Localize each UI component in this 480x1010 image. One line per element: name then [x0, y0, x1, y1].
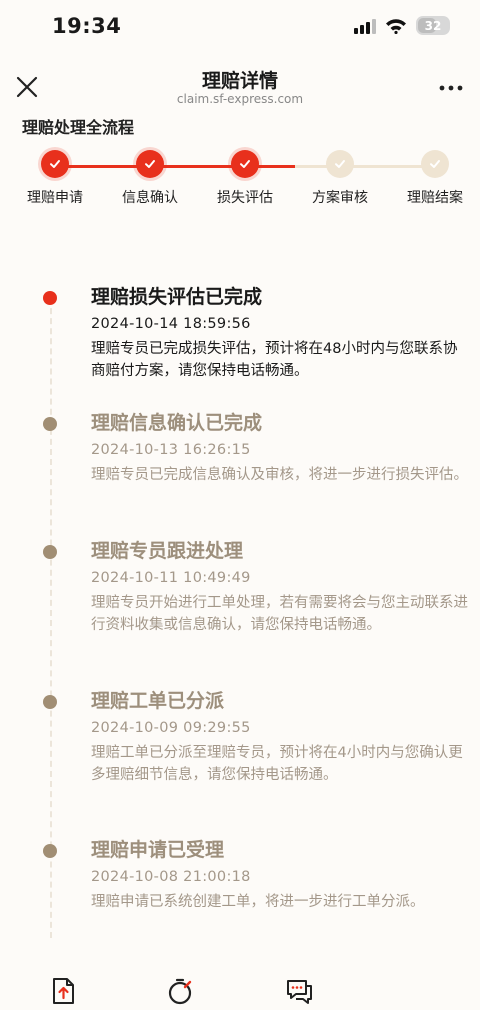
- timeline-title: 理赔专员跟进处理: [91, 540, 244, 562]
- timeline-title: 理赔工单已分派: [91, 690, 225, 712]
- timeline-title: 理赔损失评估已完成: [91, 286, 263, 308]
- step-5: 理赔结案: [385, 150, 480, 207]
- timeline-desc: 理赔申请已系统创建工单，将进一步进行工单分派。: [91, 894, 425, 910]
- more-icon[interactable]: [436, 76, 466, 100]
- wifi-icon: [386, 18, 406, 34]
- timeline-desc: 理赔专员已完成信息确认及审核，将进一步进行损失评估。: [91, 467, 468, 483]
- timeline-dot: [43, 291, 57, 305]
- step-label: 理赔结案: [407, 190, 463, 206]
- step-check-icon: [136, 150, 164, 178]
- timeline-title: 理赔信息确认已完成: [91, 412, 263, 434]
- step-3: 损失评估: [195, 150, 295, 207]
- step-label: 损失评估: [217, 190, 273, 206]
- timeline-time: 2024-10-14 18:59:56: [91, 316, 251, 332]
- timeline-time: 2024-10-11 10:49:49: [91, 570, 251, 586]
- status-bar: 19:34 32: [0, 0, 480, 56]
- step-label: 理赔申请: [27, 190, 83, 206]
- timeline-time: 2024-10-09 09:29:55: [91, 720, 251, 736]
- timeline-desc: 理赔专员开始进行工单处理，若有需要将会与您主动联系进行资料收集或信息确认，请您保…: [91, 595, 468, 633]
- timeline-dot: [43, 844, 57, 858]
- upload-document-icon[interactable]: [48, 976, 78, 1006]
- nav-bar: 理赔详情 claim.sf-express.com: [0, 60, 480, 112]
- battery-indicator: 32: [416, 16, 450, 35]
- timeline-desc: 理赔专员已完成损失评估，预计将在48小时内与您联系协商赔付方案，请您保持电话畅通…: [91, 341, 458, 379]
- chat-icon[interactable]: [284, 976, 314, 1006]
- timer-icon[interactable]: [166, 976, 196, 1006]
- battery-level: 32: [424, 18, 442, 33]
- timeline-dot: [43, 695, 57, 709]
- timeline-dot: [43, 545, 57, 559]
- step-4: 方案审核: [290, 150, 390, 207]
- page-url: claim.sf-express.com: [176, 92, 304, 106]
- step-check-icon: [41, 150, 69, 178]
- step-check-icon: [231, 150, 259, 178]
- bottom-action-bar: [0, 968, 480, 1010]
- step-2: 信息确认: [100, 150, 200, 207]
- page-title: 理赔详情: [201, 70, 278, 92]
- timeline-dot: [43, 417, 57, 431]
- step-label: 方案审核: [312, 190, 368, 206]
- step-label: 信息确认: [122, 190, 178, 206]
- timeline-time: 2024-10-13 16:26:15: [91, 442, 251, 458]
- section-title: 理赔处理全流程: [22, 118, 135, 137]
- signal-icon: [354, 18, 376, 34]
- timeline-time: 2024-10-08 21:00:18: [91, 869, 251, 885]
- timeline-line: [50, 298, 52, 938]
- step-1: 理赔申请: [5, 150, 105, 207]
- timeline-desc: 理赔工单已分派至理赔专员，预计将在4小时内与您确认更多理赔细节信息，请您保持电话…: [91, 745, 463, 783]
- status-time: 19:34: [52, 14, 122, 38]
- step-check-icon: [326, 150, 354, 178]
- status-icons: 32: [354, 16, 450, 35]
- timeline-title: 理赔申请已受理: [91, 839, 225, 861]
- step-check-icon: [421, 150, 449, 178]
